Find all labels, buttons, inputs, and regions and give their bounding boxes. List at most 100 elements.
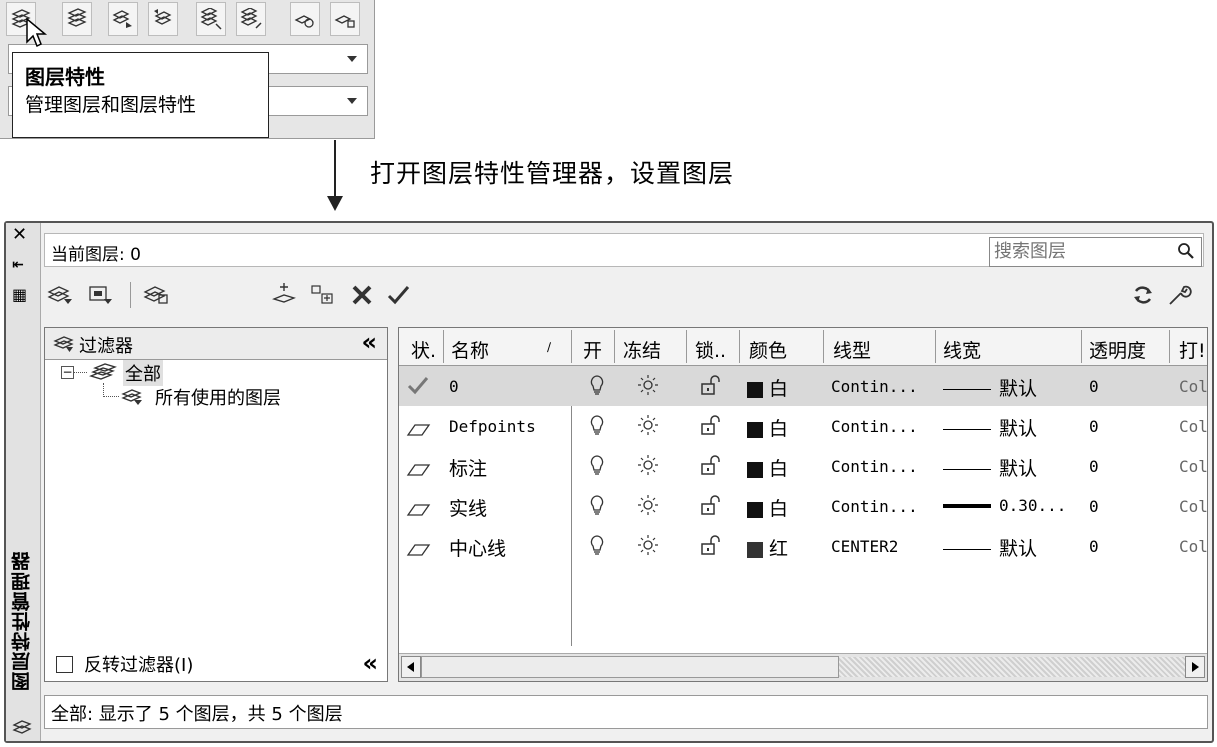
layer-lineweight[interactable]: 默认 xyxy=(943,374,1037,401)
new-property-filter-icon[interactable] xyxy=(46,281,76,309)
layer-linetype[interactable]: Contin... xyxy=(831,377,918,396)
column-separator[interactable] xyxy=(739,330,740,363)
search-input[interactable] xyxy=(990,238,1168,264)
layer-row[interactable]: 中心线 红 CENTER2 默认 0 Col xyxy=(399,526,1207,566)
layer-name[interactable]: 标注 xyxy=(449,454,487,481)
settings-wrench-icon[interactable] xyxy=(1164,281,1194,309)
sun-thaw-icon[interactable] xyxy=(637,414,659,441)
sun-thaw-icon[interactable] xyxy=(637,374,659,401)
layer-name[interactable]: Defpoints xyxy=(449,417,536,436)
layer-color[interactable]: 红 xyxy=(747,534,788,561)
bulb-on-icon[interactable] xyxy=(589,534,605,561)
layer-color[interactable]: 白 xyxy=(747,414,788,441)
layer-off-button[interactable] xyxy=(236,2,266,36)
layer-row[interactable]: 标注 白 Contin... 默认 0 Col xyxy=(399,446,1207,486)
layer-transparency[interactable]: 0 xyxy=(1089,457,1099,476)
new-layer-vp-frozen-icon[interactable] xyxy=(308,281,338,309)
invert-filter-checkbox[interactable] xyxy=(56,656,73,673)
layer-isolate-button[interactable] xyxy=(108,2,138,36)
bulb-on-icon[interactable] xyxy=(589,454,605,481)
layer-color[interactable]: 白 xyxy=(747,374,788,401)
bulb-on-icon[interactable] xyxy=(589,414,605,441)
unlock-icon[interactable] xyxy=(699,494,723,521)
layer-linetype[interactable]: Contin... xyxy=(831,417,918,436)
column-status[interactable]: 状. xyxy=(411,336,436,363)
layer-lineweight[interactable]: 默认 xyxy=(943,534,1037,561)
column-name[interactable]: 名称 xyxy=(451,336,489,363)
unlock-icon[interactable] xyxy=(699,414,723,441)
column-separator[interactable] xyxy=(823,330,824,363)
column-linetype[interactable]: 线型 xyxy=(833,336,871,363)
filter-all[interactable]: 全部 xyxy=(123,360,163,386)
column-plot-style[interactable]: 打! xyxy=(1179,336,1206,363)
layer-plot-style[interactable]: Col xyxy=(1179,377,1207,396)
sun-thaw-icon[interactable] xyxy=(637,454,659,481)
collapse-filter-pane-icon[interactable]: « xyxy=(362,649,378,677)
delete-layer-icon[interactable] xyxy=(348,281,378,309)
layer-transparency[interactable]: 0 xyxy=(1089,417,1099,436)
new-group-filter-icon[interactable] xyxy=(86,281,116,309)
layer-plot-style[interactable]: Col xyxy=(1179,457,1207,476)
layer-linetype[interactable]: Contin... xyxy=(831,457,918,476)
layer-transparency[interactable]: 0 xyxy=(1089,497,1099,516)
layer-states-manager-icon[interactable] xyxy=(142,281,172,309)
filter-all-used-layers[interactable]: 所有使用的图层 xyxy=(155,384,281,410)
layer-transparency[interactable]: 0 xyxy=(1089,537,1099,556)
close-icon[interactable]: ✕ xyxy=(12,225,27,245)
set-current-icon[interactable] xyxy=(384,281,414,309)
new-layer-icon[interactable] xyxy=(270,281,300,309)
column-separator[interactable] xyxy=(686,330,687,363)
refresh-icon[interactable] xyxy=(1128,281,1158,309)
layer-name[interactable]: 0 xyxy=(449,377,459,396)
column-transparency[interactable]: 透明度 xyxy=(1089,336,1146,363)
layer-unisolate-button[interactable] xyxy=(148,2,178,36)
column-separator[interactable] xyxy=(443,330,444,363)
layer-color[interactable]: 白 xyxy=(747,454,788,481)
search-layers[interactable] xyxy=(989,237,1202,267)
sun-thaw-icon[interactable] xyxy=(637,494,659,521)
search-icon[interactable] xyxy=(1177,242,1195,260)
column-lineweight[interactable]: 线宽 xyxy=(943,336,981,363)
horizontal-scrollbar[interactable] xyxy=(399,653,1207,681)
scroll-left-button[interactable] xyxy=(401,656,421,678)
layer-match-button[interactable] xyxy=(290,2,320,36)
bulb-on-icon[interactable] xyxy=(589,374,605,401)
layer-plot-style[interactable]: Col xyxy=(1179,417,1207,436)
unlock-icon[interactable] xyxy=(699,534,723,561)
unlock-icon[interactable] xyxy=(699,454,723,481)
column-separator[interactable] xyxy=(1081,330,1082,363)
auto-hide-icon[interactable]: ⇤ xyxy=(12,255,24,275)
collapse-filter-pane-icon[interactable]: « xyxy=(361,328,377,356)
layer-plot-style[interactable]: Col xyxy=(1179,497,1207,516)
layer-lineweight[interactable]: 默认 xyxy=(943,454,1037,481)
layer-row[interactable]: 实线 白 Contin... 0.30... 0 Col xyxy=(399,486,1207,526)
layer-row[interactable]: 0 白 Contin... 默认 0 Col xyxy=(399,366,1207,406)
sun-thaw-icon[interactable] xyxy=(637,534,659,561)
column-separator[interactable] xyxy=(571,330,572,363)
bulb-on-icon[interactable] xyxy=(589,494,605,521)
layer-transparency[interactable]: 0 xyxy=(1089,377,1099,396)
layer-color[interactable]: 白 xyxy=(747,494,788,521)
properties-menu-icon[interactable]: ▦ xyxy=(12,285,27,305)
scrollbar-thumb[interactable] xyxy=(421,656,839,678)
layer-lock-button[interactable] xyxy=(330,2,360,36)
column-separator[interactable] xyxy=(935,330,936,363)
column-freeze[interactable]: 冻结 xyxy=(623,336,661,363)
unlock-icon[interactable] xyxy=(699,374,723,401)
column-lock[interactable]: 锁.. xyxy=(695,336,726,363)
layer-lineweight[interactable]: 0.30... xyxy=(943,494,1066,516)
layer-state-button[interactable] xyxy=(62,2,92,36)
column-color[interactable]: 颜色 xyxy=(749,336,787,363)
layer-lineweight[interactable]: 默认 xyxy=(943,414,1037,441)
layer-row[interactable]: Defpoints 白 Contin... 默认 0 Col xyxy=(399,406,1207,446)
layer-linetype[interactable]: CENTER2 xyxy=(831,537,898,556)
layer-linetype[interactable]: Contin... xyxy=(831,497,918,516)
column-on[interactable]: 开 xyxy=(583,336,602,363)
scrollbar-track[interactable] xyxy=(839,657,1185,677)
layer-plot-style[interactable]: Col xyxy=(1179,537,1207,556)
layer-name[interactable]: 实线 xyxy=(449,494,487,521)
layer-name[interactable]: 中心线 xyxy=(449,534,506,561)
column-separator[interactable] xyxy=(1169,330,1170,363)
scroll-right-button[interactable] xyxy=(1185,656,1205,678)
layer-freeze-button[interactable] xyxy=(196,2,226,36)
